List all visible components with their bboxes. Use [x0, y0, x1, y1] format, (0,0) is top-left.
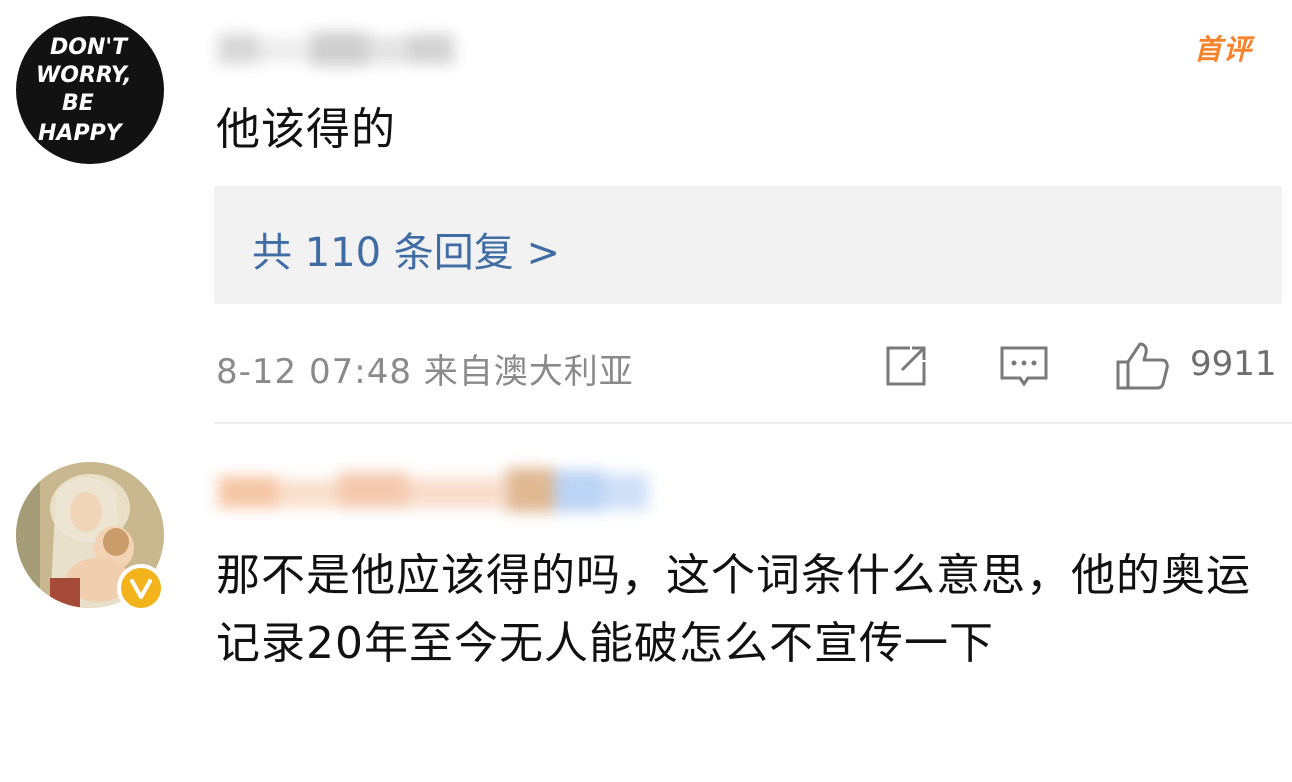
replies-box[interactable]: 共 110 条回复 > — [214, 186, 1282, 304]
comment-text: 那不是他应该得的吗，这个词条什么意思，他的奥运记录20年至今无人能破怎么不宣传一… — [216, 550, 1251, 669]
comment-timestamp: 8-12 07:48 来自澳大利亚 — [216, 352, 634, 392]
svg-text:DON'T: DON'T — [50, 35, 129, 60]
view-replies-link[interactable]: 共 110 条回复 > — [252, 220, 560, 278]
username-blurred[interactable] — [218, 28, 454, 70]
share-button[interactable] — [880, 340, 932, 392]
verified-icon — [130, 579, 152, 599]
first-comment-badge: 首评 — [1194, 33, 1253, 66]
divider — [214, 422, 1292, 424]
comment-button[interactable] — [998, 340, 1050, 392]
like-count: 9911 — [1190, 344, 1277, 384]
svg-text:HAPPY: HAPPY — [38, 121, 124, 146]
comment-icon — [1000, 346, 1048, 387]
dont-worry-be-happy-logo: DON'T WORRY, BE HAPPY — [36, 35, 131, 146]
comment-text: 他该得的 — [216, 104, 396, 155]
avatar[interactable]: DON'T WORRY, BE HAPPY — [16, 16, 164, 164]
svg-text:WORRY,: WORRY, — [36, 63, 131, 88]
like-button[interactable] — [1112, 340, 1172, 392]
svg-text:BE: BE — [62, 91, 94, 116]
username-blurred[interactable] — [218, 460, 648, 518]
like-icon — [1116, 342, 1169, 390]
verified-badge — [117, 564, 165, 612]
share-icon — [886, 346, 926, 386]
